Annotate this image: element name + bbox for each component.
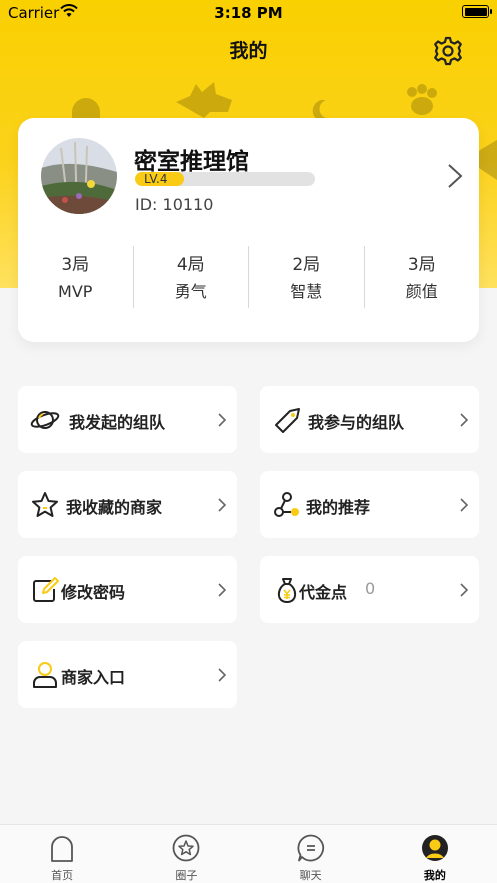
stat-looks: 3局 颜值: [365, 246, 480, 308]
money-bag-icon: [277, 578, 297, 604]
menu-my-joined-teams[interactable]: 我参与的组队: [260, 386, 479, 453]
clock: 3:18 PM: [214, 4, 283, 22]
voucher-points-value: 0: [365, 579, 376, 598]
gear-icon[interactable]: [433, 36, 463, 66]
menu-favorite-merchants[interactable]: 我收藏的商家: [18, 471, 237, 538]
stat-mvp: 3局 MVP: [18, 246, 134, 308]
menu-label: 我收藏的商家: [66, 498, 163, 517]
tab-circle[interactable]: 圈子: [124, 825, 248, 883]
chevron-right-icon: [218, 583, 227, 597]
tab-label: 我的: [423, 869, 446, 882]
profile-icon: [421, 835, 448, 861]
menu-label: 我发起的组队: [69, 413, 166, 432]
chevron-right-icon: [218, 413, 227, 427]
chevron-right-icon: [460, 498, 469, 512]
share-nodes-icon: [274, 492, 299, 517]
ghost-icon: [51, 836, 74, 862]
menu-merchant-entry[interactable]: 商家入口: [18, 641, 237, 708]
edit-icon: [33, 577, 59, 602]
user-id: ID: 10110: [135, 195, 214, 214]
chevron-right-icon: [218, 498, 227, 512]
tab-mine[interactable]: 我的: [373, 825, 497, 883]
stat-wisdom: 2局 智慧: [249, 246, 365, 308]
user-icon: [33, 662, 57, 688]
stat-label: MVP: [58, 282, 93, 301]
chevron-right-icon: [460, 413, 469, 427]
page-title: 我的: [229, 40, 268, 62]
chevron-right-icon: [218, 668, 227, 682]
stat-count: 4局: [176, 255, 205, 275]
tab-label: 首页: [51, 869, 74, 882]
star-circle-icon: [172, 834, 200, 862]
menu-voucher-points[interactable]: 代金点 0: [260, 556, 479, 623]
chat-icon: [297, 834, 324, 862]
planet-icon: [30, 411, 60, 429]
level-badge: LV.4: [144, 172, 168, 186]
tab-label: 聊天: [299, 869, 322, 882]
tab-bar: 首页 圈子 聊天 我的: [0, 824, 497, 883]
wolf-decoration-icon: [176, 82, 232, 118]
menu-label: 代金点: [299, 583, 348, 602]
paw-decoration-icon: [407, 84, 437, 115]
status-bar: Carrier 3:18 PM: [0, 0, 497, 24]
menu-label: 修改密码: [61, 583, 126, 602]
profile-card[interactable]: 密室推理馆 LV.4 ID: 10110 3局 MVP 4局 勇气 2局 智慧 …: [18, 118, 479, 342]
stat-courage: 4局 勇气: [134, 246, 249, 308]
stat-label: 勇气: [174, 282, 207, 301]
avatar[interactable]: [41, 138, 117, 214]
stat-label: 智慧: [290, 282, 323, 301]
tab-chat[interactable]: 聊天: [249, 825, 373, 883]
tab-home[interactable]: 首页: [0, 825, 124, 883]
menu-label: 商家入口: [61, 668, 126, 687]
menu-label: 我的推荐: [306, 498, 371, 517]
star-icon: [32, 492, 58, 517]
stats-row: 3局 MVP 4局 勇气 2局 智慧 3局 颜值: [18, 246, 479, 308]
avatar-image: [41, 138, 117, 214]
stat-label: 颜值: [405, 282, 438, 301]
tag-icon: [275, 408, 300, 433]
stat-count: 3局: [407, 255, 436, 275]
menu-change-password[interactable]: 修改密码: [18, 556, 237, 623]
chevron-right-icon: [460, 583, 469, 597]
menu-label: 我参与的组队: [308, 413, 405, 432]
menu-my-started-teams[interactable]: 我发起的组队: [18, 386, 237, 453]
tab-label: 圈子: [175, 869, 198, 882]
stat-count: 2局: [292, 255, 321, 275]
chevron-right-icon[interactable]: [445, 162, 465, 190]
menu-my-referrals[interactable]: 我的推荐: [260, 471, 479, 538]
stat-count: 3局: [61, 255, 90, 275]
battery-icon: [462, 5, 492, 18]
